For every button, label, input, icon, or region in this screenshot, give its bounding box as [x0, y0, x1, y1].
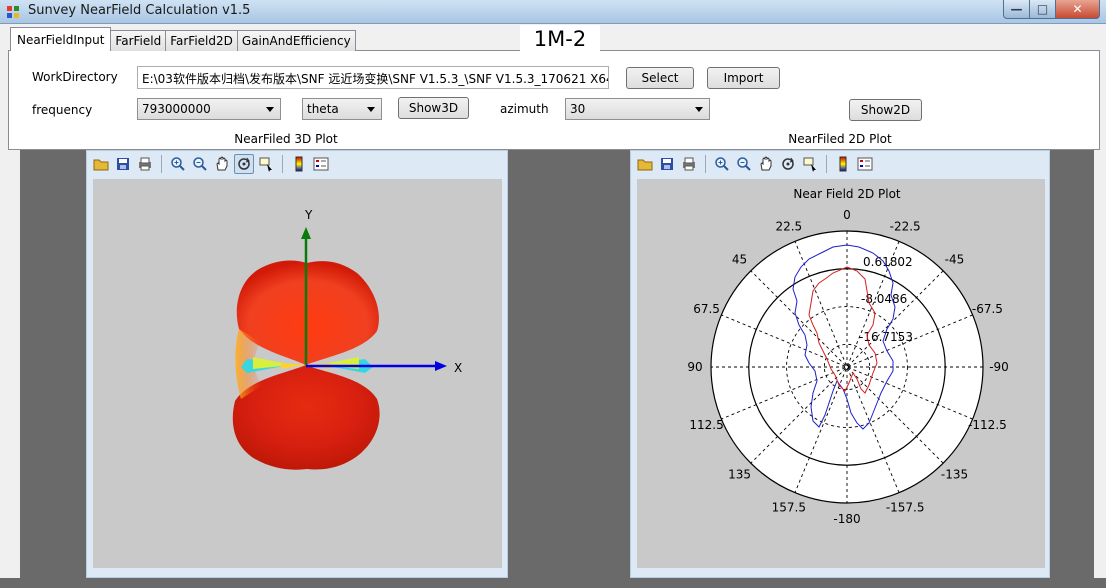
radial-label-outer: 0.61802 — [863, 255, 913, 269]
zoom-out-icon[interactable] — [734, 154, 754, 174]
polar-angle-label: -22.5 — [890, 220, 921, 234]
window-title: Sunvey NearField Calculation v1.5 — [28, 3, 251, 18]
frequency-value: 793000000 — [142, 102, 211, 116]
plot-background-left — [20, 150, 86, 578]
zoom-in-icon[interactable] — [168, 154, 188, 174]
close-button[interactable]: ✕ — [1056, 0, 1100, 19]
plot2d-panel: Near Field 2D Plot 0 -22.5 -45 -67.5 -90 -112… — [630, 150, 1050, 578]
overlay-title: 1M-2 — [520, 25, 600, 51]
print-icon[interactable] — [679, 154, 699, 174]
component-value: theta — [307, 102, 339, 116]
polar-angle-label: 112.5 — [689, 418, 723, 432]
title-bar: Sunvey NearField Calculation v1.5 — □ ✕ — [0, 0, 1106, 24]
y-axis-arrow — [301, 227, 311, 239]
x-axis-label: X — [454, 361, 462, 375]
polar-angle-label: 67.5 — [693, 302, 720, 316]
show2d-button[interactable]: Show2D — [849, 99, 922, 121]
maximize-button[interactable]: □ — [1030, 0, 1056, 19]
plot3d-canvas[interactable]: Y X — [93, 179, 502, 568]
plot2d-header: NearFiled 2D Plot — [788, 132, 892, 146]
polar-angle-label: -135 — [941, 467, 968, 481]
polar-angle-label: 157.5 — [772, 500, 806, 514]
plot-background-middle — [508, 150, 630, 578]
polar-angle-label: 22.5 — [775, 220, 802, 234]
open-folder-icon[interactable] — [635, 154, 655, 174]
window-controls: — □ ✕ — [1003, 0, 1100, 20]
zoom-in-icon[interactable] — [712, 154, 732, 174]
pan-hand-icon[interactable] — [212, 154, 232, 174]
data-cursor-icon[interactable] — [800, 154, 820, 174]
plot2d-canvas[interactable]: Near Field 2D Plot 0 -22.5 -45 -67.5 -90 -112… — [637, 179, 1045, 568]
polar-angle-label: -180 — [833, 512, 860, 526]
azimuth-label: azimuth — [500, 102, 549, 116]
polar-angle-label: 0 — [843, 208, 851, 222]
workdir-input[interactable]: E:\03软件版本归档\发布版本\SNF 远近场变换\SNF V1.5.3_\S… — [137, 66, 609, 89]
pattern-top-lobe — [236, 260, 379, 365]
polar-angle-label: -45 — [945, 253, 965, 267]
open-folder-icon[interactable] — [91, 154, 111, 174]
polar-angle-label: -112.5 — [968, 418, 1007, 432]
polar-angle-label: 135 — [728, 467, 751, 481]
plot-background-right — [1050, 150, 1094, 578]
chevron-down-icon — [695, 107, 703, 112]
workdir-label: WorkDirectory — [32, 70, 118, 84]
tab-strip: NearFieldInput FarField FarField2D GainA… — [10, 27, 356, 51]
azimuth-value: 30 — [570, 102, 586, 116]
toolbar-separator — [826, 155, 827, 173]
tab-farfield[interactable]: FarField — [110, 30, 167, 51]
toolbar-separator — [705, 155, 706, 173]
azimuth-select[interactable]: 30 — [565, 98, 710, 120]
frequency-label: frequency — [32, 103, 93, 117]
y-axis-label: Y — [304, 208, 313, 222]
save-icon[interactable] — [113, 154, 133, 174]
pan-hand-icon[interactable] — [756, 154, 776, 174]
chevron-down-icon — [367, 107, 375, 112]
plot3d-toolbar — [91, 153, 331, 175]
chevron-down-icon — [266, 107, 274, 112]
plot3d-header: NearFiled 3D Plot — [234, 132, 338, 146]
plot2d-toolbar — [635, 153, 875, 175]
save-icon[interactable] — [657, 154, 677, 174]
zoom-out-icon[interactable] — [190, 154, 210, 174]
taskbar-strip — [0, 578, 1106, 588]
rotate-icon[interactable] — [234, 154, 254, 174]
polar-angle-label: 90 — [687, 360, 702, 374]
toolbar-separator — [282, 155, 283, 173]
polar-angle-label: -67.5 — [972, 302, 1003, 316]
app-icon — [7, 6, 19, 18]
plot3d-panel: Y X — [86, 150, 508, 578]
print-icon[interactable] — [135, 154, 155, 174]
select-button[interactable]: Select — [626, 67, 694, 89]
import-button[interactable]: Import — [707, 67, 780, 89]
legend-icon[interactable] — [311, 154, 331, 174]
tab-farfield2d[interactable]: FarField2D — [165, 30, 238, 51]
legend-icon[interactable] — [855, 154, 875, 174]
component-select[interactable]: theta — [302, 98, 382, 120]
tab-nearfieldinput[interactable]: NearFieldInput — [10, 27, 112, 51]
polar-angle-label: -157.5 — [886, 500, 925, 514]
tab-gainandefficiency[interactable]: GainAndEfficiency — [236, 30, 356, 51]
polar-grid — [710, 230, 984, 504]
x-axis-arrow — [435, 361, 447, 371]
polar-angle-label: 45 — [732, 253, 747, 267]
colorbar-icon[interactable] — [289, 154, 309, 174]
polar-angle-label: -90 — [989, 360, 1009, 374]
minimize-button[interactable]: — — [1003, 0, 1030, 19]
polar-chart-title: Near Field 2D Plot — [793, 187, 901, 201]
toolbar-separator — [161, 155, 162, 173]
colorbar-icon[interactable] — [833, 154, 853, 174]
frequency-select[interactable]: 793000000 — [137, 98, 281, 120]
show3d-button[interactable]: Show3D — [398, 97, 469, 119]
data-cursor-icon[interactable] — [256, 154, 276, 174]
rotate-icon[interactable] — [778, 154, 798, 174]
